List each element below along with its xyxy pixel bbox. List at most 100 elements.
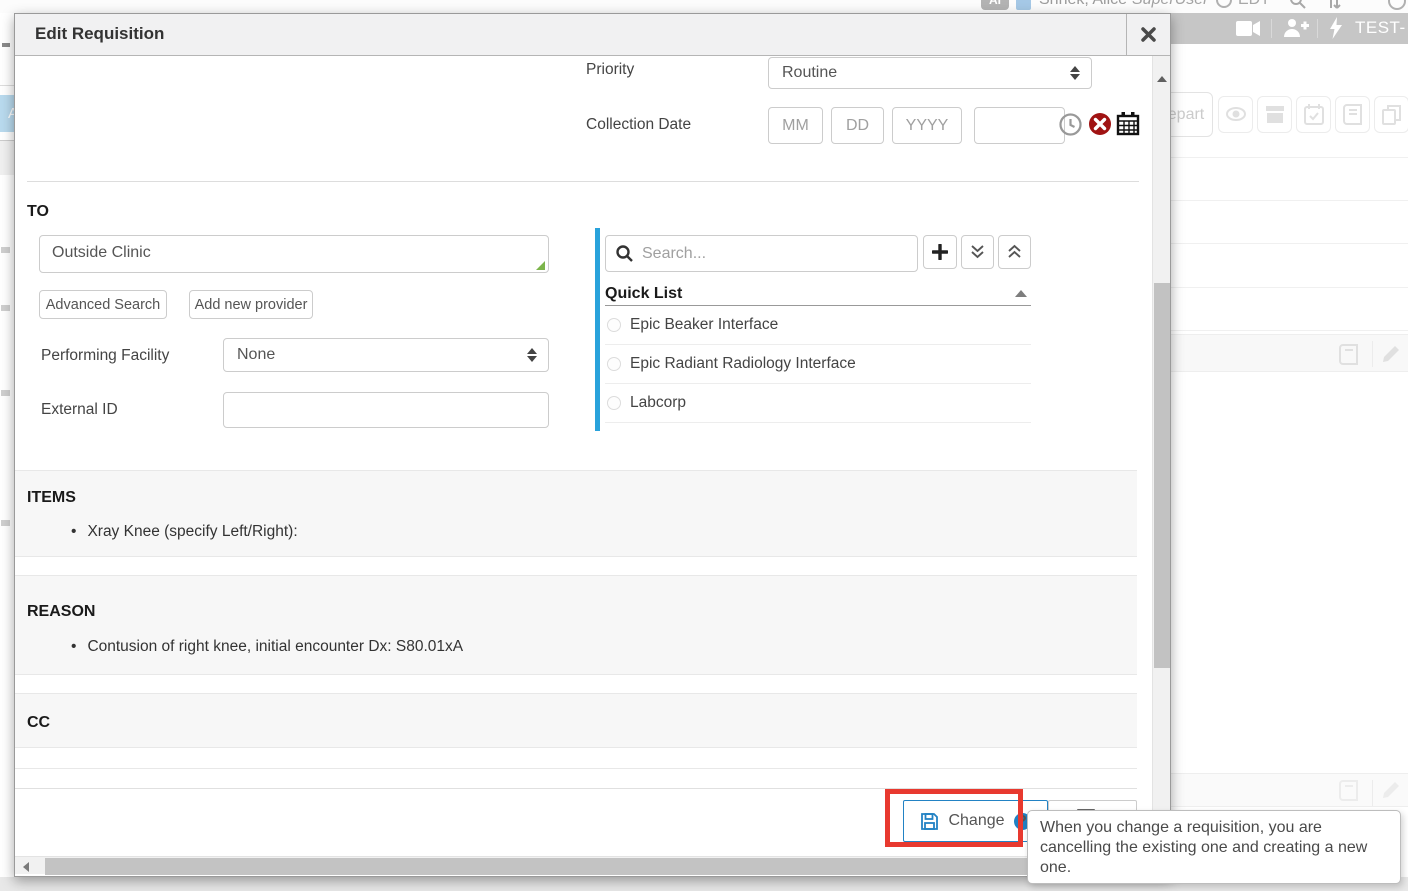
modal-header: Edit Requisition [15, 14, 1170, 56]
add-person-icon [1283, 17, 1309, 39]
quick-list-item[interactable]: Epic Radiant Radiology Interface [605, 345, 1031, 384]
select-spinner-icon [527, 347, 537, 363]
archive-box-icon [1265, 105, 1285, 124]
divider [15, 768, 1137, 769]
items-section: ITEMS Xray Knee (specify Left/Right): [15, 470, 1137, 557]
priority-value: Routine [782, 64, 837, 82]
table-row-divider [1171, 243, 1408, 244]
provider-search-input[interactable] [605, 235, 918, 272]
clear-date-icon[interactable] [1088, 112, 1112, 136]
timezone-label: EDT [1238, 0, 1270, 9]
table-row-divider [1171, 157, 1408, 158]
advanced-search-button[interactable]: Advanced Search [39, 290, 167, 319]
double-chevron-down-icon [970, 244, 985, 260]
change-tooltip: When you change a requisition, you are c… [1027, 810, 1401, 884]
horizontal-scrollbar-thumb[interactable] [45, 858, 1152, 875]
radio-button[interactable] [607, 318, 621, 332]
close-button[interactable] [1126, 14, 1170, 55]
calendar-picker-icon[interactable] [1116, 111, 1140, 136]
scroll-up-arrow-icon[interactable] [1157, 76, 1167, 82]
scroll-left-arrow-icon[interactable] [23, 862, 29, 872]
table-row-divider [1171, 330, 1408, 331]
quick-list-item[interactable]: Epic Beaker Interface [605, 306, 1031, 345]
pencil-icon [1381, 780, 1401, 800]
horizontal-scrollbar[interactable] [15, 856, 1152, 874]
resize-grip-icon[interactable] [536, 261, 545, 270]
quick-list-item-label: Epic Radiant Radiology Interface [630, 355, 856, 373]
vertical-scrollbar[interactable] [1152, 56, 1170, 856]
table-row-divider [1171, 287, 1408, 288]
book-icon [1339, 344, 1359, 365]
items-heading: ITEMS [27, 489, 76, 507]
archive-button [1257, 96, 1292, 133]
plus-icon [932, 244, 948, 260]
background-top-bar: AI Shnek, Alice SuperUser EDT [0, 0, 1408, 13]
view-button [1218, 96, 1253, 133]
pencil-icon [1381, 344, 1401, 364]
nav-text-fragment [1, 520, 10, 526]
change-button-label: Change [948, 812, 1004, 830]
cc-heading: CC [27, 714, 50, 732]
modal-title: Edit Requisition [35, 24, 164, 44]
copy-icon [1381, 104, 1403, 126]
year-input[interactable] [892, 107, 962, 144]
performing-facility-select[interactable]: None [223, 338, 549, 372]
add-new-provider-button[interactable]: Add new provider [189, 290, 313, 319]
reason-heading: REASON [27, 603, 95, 621]
divider [1372, 341, 1373, 367]
depart-button: epart [1171, 92, 1213, 137]
globe-icon [1388, 0, 1406, 10]
user-avatar [1016, 0, 1031, 10]
cc-section: CC [15, 693, 1137, 748]
set-time-clock-icon[interactable] [1059, 113, 1082, 136]
table-row-divider [1171, 200, 1408, 201]
schedule-button [1296, 96, 1331, 133]
nav-text-fragment [1, 305, 10, 311]
performing-facility-label: Performing Facility [41, 347, 169, 365]
time-input[interactable] [974, 107, 1065, 144]
expand-all-button[interactable] [961, 235, 994, 269]
external-id-input[interactable] [223, 392, 549, 428]
quick-list-heading: Quick List [605, 285, 682, 303]
performing-facility-value: None [237, 346, 275, 364]
radio-button[interactable] [607, 357, 621, 371]
provider-search [605, 235, 918, 272]
user-name: Shnek, Alice [1039, 0, 1127, 9]
month-input[interactable] [768, 107, 823, 144]
add-provider-button[interactable] [923, 235, 957, 269]
nav-text-fragment [2, 43, 10, 47]
divider [1372, 780, 1373, 806]
tooltip-text: When you change a requisition, you are c… [1040, 819, 1367, 876]
collapse-all-button[interactable] [998, 235, 1031, 269]
search-icon [615, 244, 634, 263]
reason-section: REASON Contusion of right knee, initial … [15, 575, 1137, 675]
recipient-textarea[interactable]: Outside Clinic [39, 235, 549, 273]
collection-date-label: Collection Date [586, 116, 691, 134]
item-entry: Xray Knee (specify Left/Right): [71, 523, 298, 541]
priority-select[interactable]: Routine [768, 57, 1092, 89]
search-icon [1288, 0, 1308, 11]
environment-bar: TEST- [1171, 13, 1408, 44]
quick-list-header[interactable]: Quick List [605, 282, 1031, 306]
nav-text-fragment [1, 247, 10, 253]
reason-entry: Contusion of right knee, initial encount… [71, 638, 463, 656]
environment-label: TEST- [1355, 18, 1406, 38]
vertical-scrollbar-thumb[interactable] [1154, 283, 1170, 668]
radio-button[interactable] [607, 396, 621, 410]
copy-button [1374, 96, 1408, 133]
day-input[interactable] [831, 107, 884, 144]
edit-requisition-modal: Edit Requisition Priority Routine Collec… [14, 13, 1171, 877]
log-button [1335, 96, 1370, 133]
divider [1271, 19, 1272, 38]
double-chevron-up-icon [1007, 244, 1022, 260]
section-divider [27, 181, 1139, 182]
quick-list-item-label: Epic Beaker Interface [630, 316, 778, 334]
background-content: TEST- epart [1171, 13, 1408, 877]
calendar-check-icon [1303, 103, 1325, 126]
select-spinner-icon [1070, 65, 1080, 81]
divider [0, 85, 14, 86]
book-icon [1339, 780, 1359, 801]
collapse-caret-icon [1015, 290, 1027, 297]
quick-list-item[interactable]: Labcorp [605, 384, 1031, 423]
book-icon [1343, 104, 1363, 125]
